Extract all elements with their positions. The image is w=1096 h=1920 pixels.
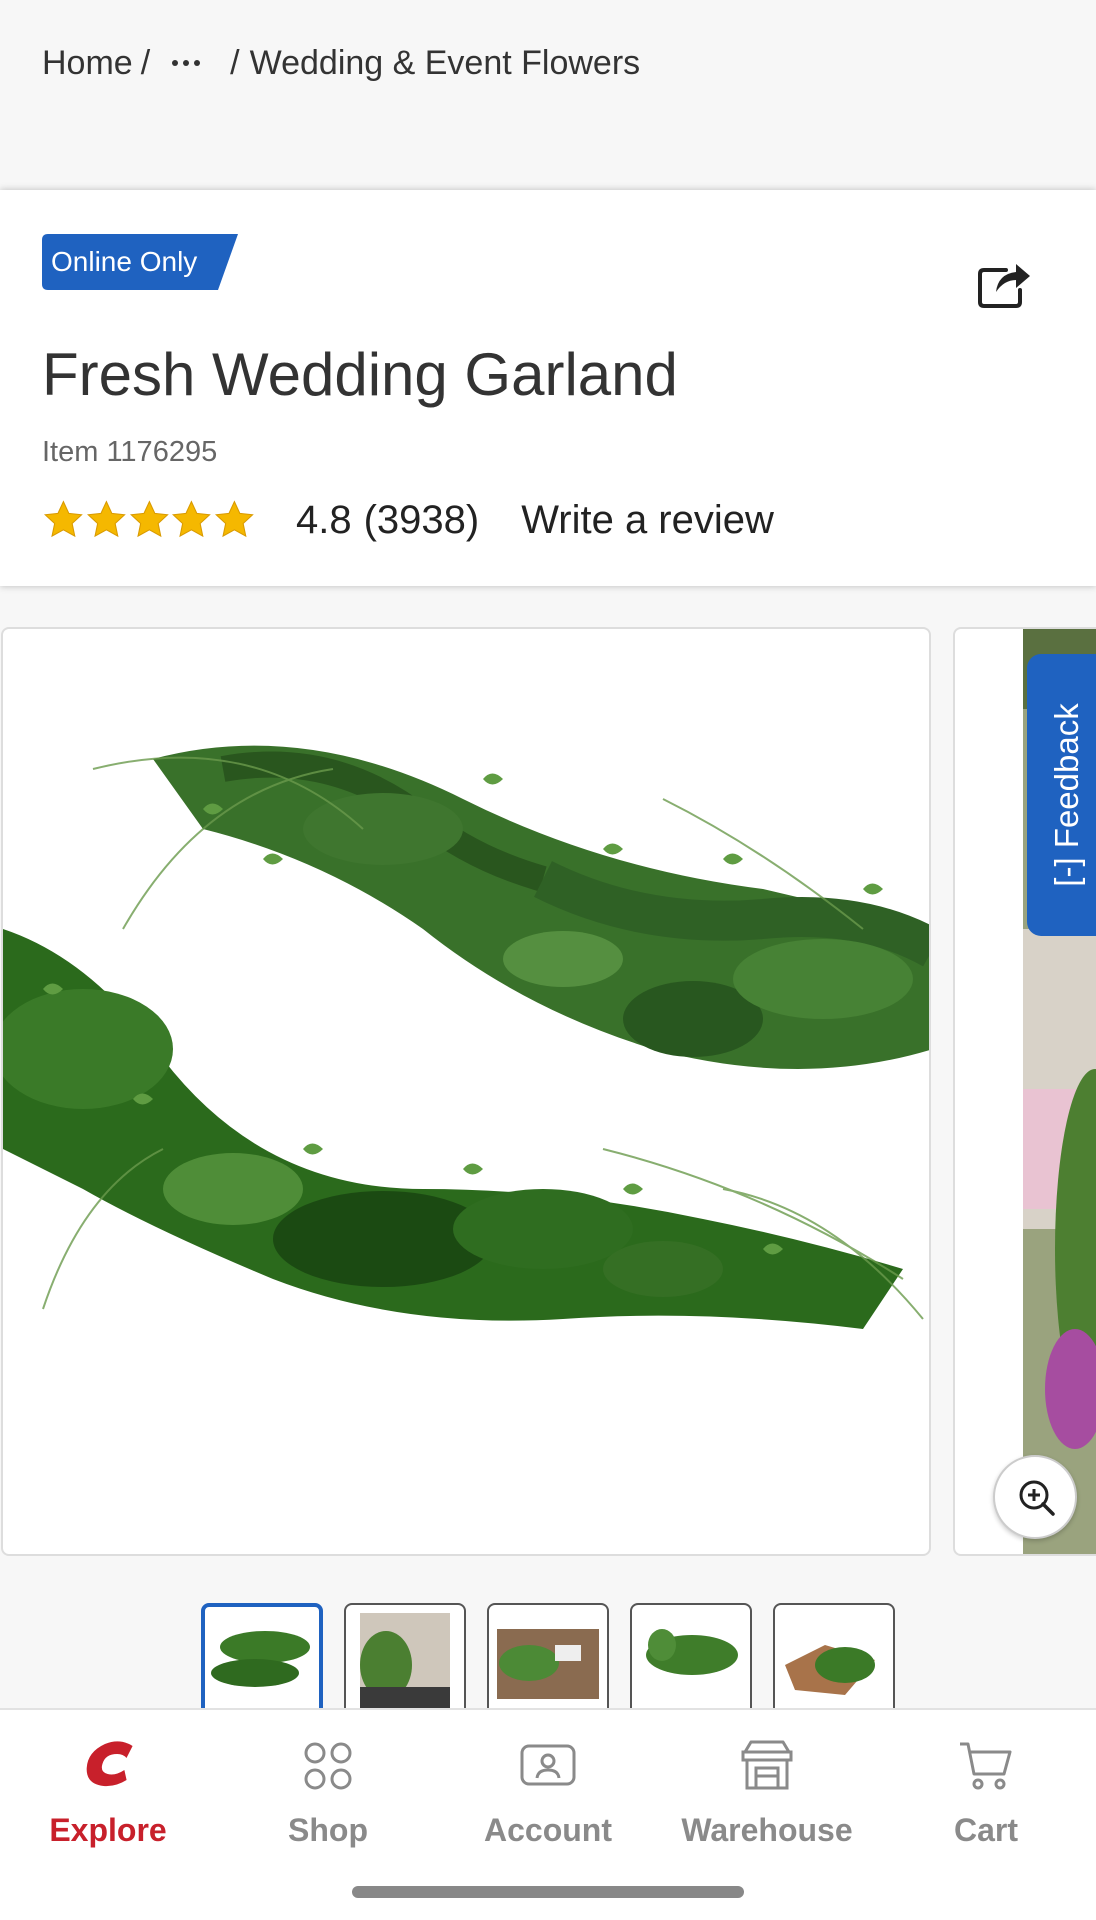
review-count[interactable]: (3938)	[364, 498, 480, 543]
item-number: Item 1176295	[42, 436, 218, 468]
thumbnail-strip	[201, 1603, 895, 1713]
badge-label: Online Only	[51, 246, 198, 277]
feedback-tab[interactable]: [-] Feedback	[1027, 654, 1096, 936]
grid-icon	[304, 1742, 352, 1790]
rating-value: 4.8	[296, 497, 352, 542]
warehouse-icon	[741, 1740, 793, 1790]
thumbnail-1[interactable]	[201, 1603, 323, 1713]
breadcrumb-separator: /	[140, 43, 151, 82]
online-only-badge: Online Only	[42, 234, 238, 290]
product-title: Fresh Wedding Garland	[42, 341, 678, 408]
feedback-label: Feedback	[1048, 703, 1085, 849]
star-icon	[129, 500, 169, 538]
write-review-link[interactable]: Write a review	[521, 498, 774, 543]
star-rating[interactable]	[42, 499, 256, 541]
nav-label: Account	[484, 1812, 612, 1848]
breadcrumb-separator: /	[230, 43, 240, 82]
nav-label: Shop	[288, 1812, 368, 1848]
ellipsis-icon[interactable]	[172, 60, 201, 66]
star-icon	[215, 500, 254, 538]
zoom-in-icon	[1019, 1480, 1055, 1516]
account-icon	[520, 1744, 576, 1786]
thumbnail-2[interactable]	[344, 1603, 466, 1713]
cart-icon	[960, 1742, 1012, 1790]
star-icon	[43, 500, 83, 538]
breadcrumb-home[interactable]: Home	[42, 44, 133, 83]
breadcrumb-current[interactable]: Wedding & Event Flowers	[250, 44, 641, 83]
thumbnail-3[interactable]	[487, 1603, 609, 1713]
costco-c-icon	[86, 1741, 133, 1787]
nav-cart[interactable]: Cart	[886, 1730, 1086, 1850]
rating-row: 4.8 (3938) Write a review	[42, 495, 774, 545]
nav-explore[interactable]: Explore	[8, 1730, 208, 1850]
nav-shop[interactable]: Shop	[228, 1730, 428, 1850]
breadcrumb-bar: Home / / Wedding & Event Flowers	[0, 0, 1096, 190]
breadcrumb: Home / / Wedding & Event Flowers	[42, 42, 640, 84]
nav-label: Warehouse	[681, 1812, 853, 1848]
feedback-collapse-icon[interactable]: [-]	[1048, 857, 1085, 886]
product-header: Online Only Fresh Wedding Garland Item 1…	[0, 190, 1096, 586]
product-image-main[interactable]	[1, 627, 931, 1556]
zoom-button[interactable]	[993, 1455, 1077, 1539]
star-icon	[172, 500, 212, 538]
nav-account[interactable]: Account	[448, 1730, 648, 1850]
thumbnail-5[interactable]	[773, 1603, 895, 1713]
nav-label: Cart	[953, 1812, 1018, 1848]
nav-label: Explore	[49, 1812, 167, 1848]
share-icon[interactable]	[976, 258, 1032, 308]
thumbnail-4[interactable]	[630, 1603, 752, 1713]
nav-warehouse[interactable]: Warehouse	[667, 1730, 867, 1850]
home-indicator[interactable]	[352, 1886, 744, 1898]
star-icon	[86, 500, 126, 538]
